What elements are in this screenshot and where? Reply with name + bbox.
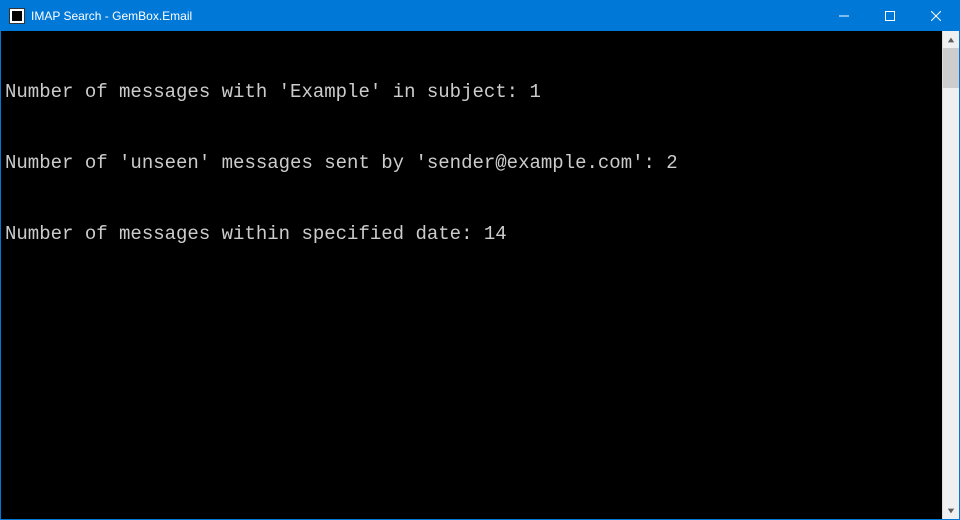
close-icon: [931, 11, 941, 21]
maximize-icon: [885, 11, 895, 21]
console-line: Number of messages with 'Example' in sub…: [5, 81, 938, 105]
minimize-icon: [839, 11, 849, 21]
console-line: Number of messages within specified date…: [5, 223, 938, 247]
scroll-thumb[interactable]: [943, 48, 959, 88]
scroll-track[interactable]: [943, 48, 959, 502]
app-icon: [9, 8, 25, 24]
scroll-up-button[interactable]: [943, 31, 959, 48]
console-area: Number of messages with 'Example' in sub…: [1, 31, 959, 519]
vertical-scrollbar[interactable]: [942, 31, 959, 519]
console-line: Number of 'unseen' messages sent by 'sen…: [5, 152, 938, 176]
maximize-button[interactable]: [867, 1, 913, 31]
minimize-button[interactable]: [821, 1, 867, 31]
console-output[interactable]: Number of messages with 'Example' in sub…: [1, 31, 942, 519]
window-titlebar: IMAP Search - GemBox.Email: [1, 1, 959, 31]
scroll-down-button[interactable]: [943, 502, 959, 519]
chevron-down-icon: [947, 507, 955, 515]
window-controls: [821, 1, 959, 31]
chevron-up-icon: [947, 36, 955, 44]
close-button[interactable]: [913, 1, 959, 31]
window-title: IMAP Search - GemBox.Email: [31, 9, 192, 23]
